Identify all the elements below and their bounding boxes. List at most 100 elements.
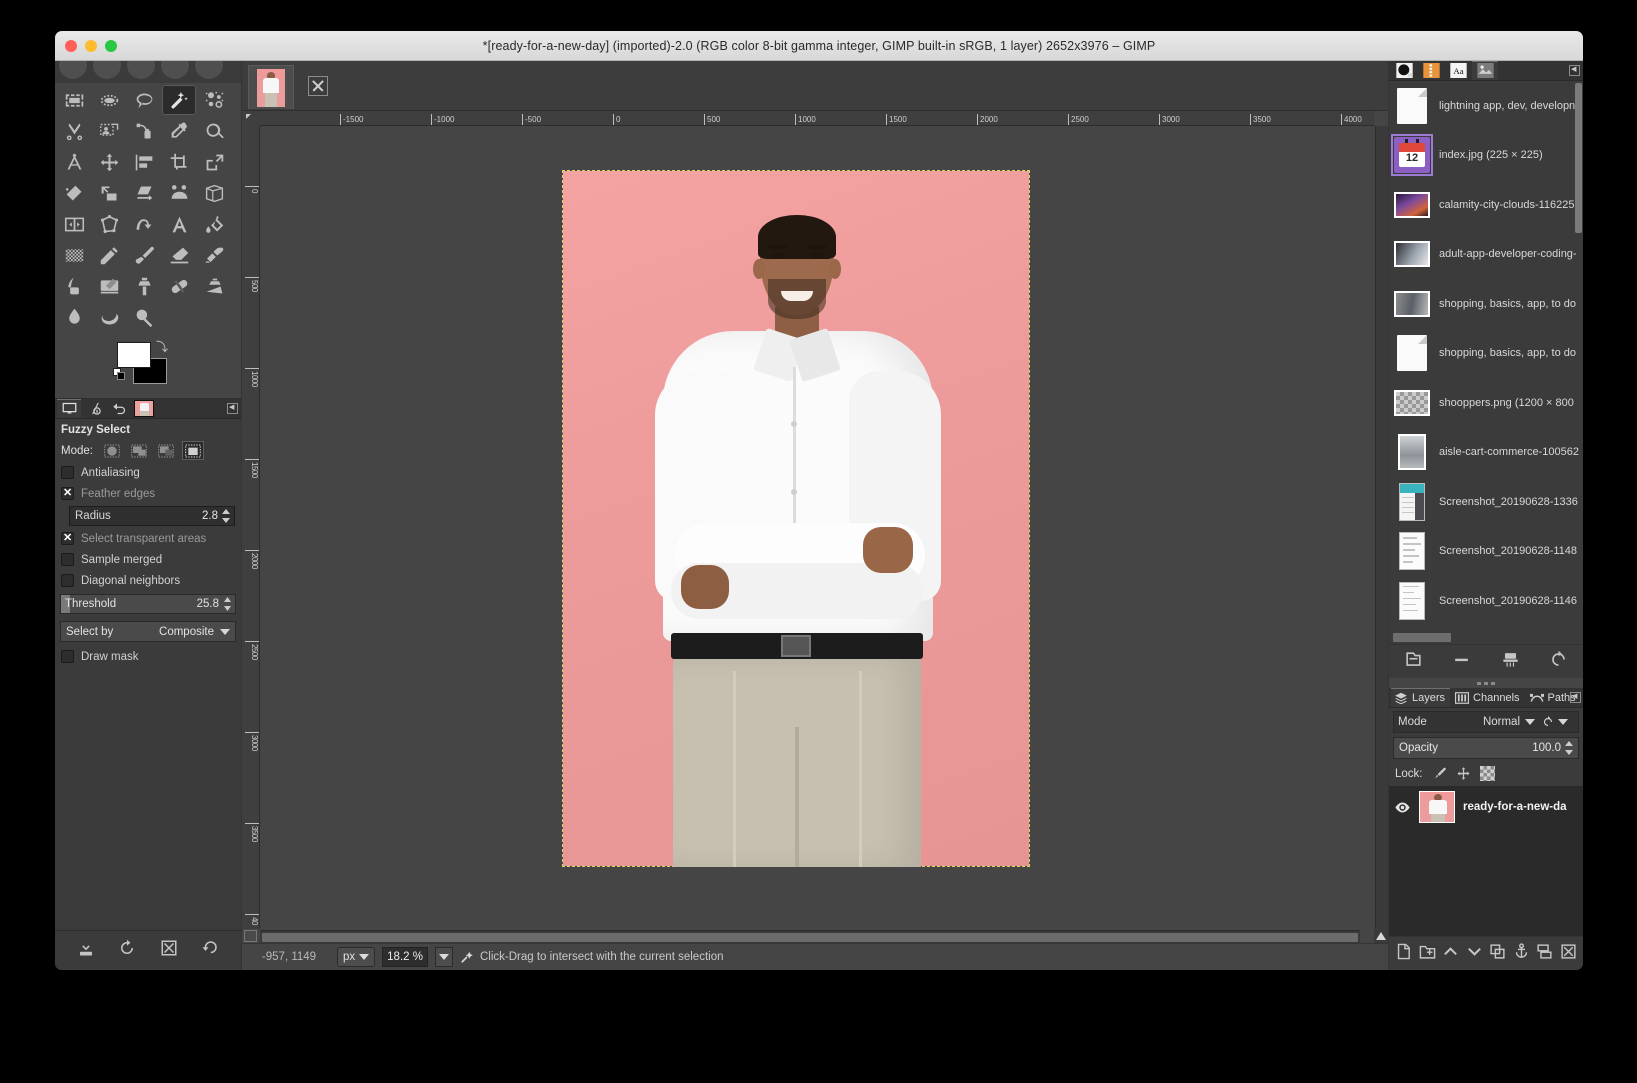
window-controls[interactable] bbox=[65, 40, 117, 52]
radius-stepper-icon[interactable] bbox=[221, 508, 232, 524]
delete-tool-preset-button[interactable] bbox=[160, 939, 178, 962]
heal-tool[interactable] bbox=[162, 271, 196, 301]
airbrush-tool[interactable] bbox=[197, 240, 231, 270]
cage-transform-tool[interactable] bbox=[92, 209, 126, 239]
minimize-button[interactable] bbox=[85, 40, 97, 52]
alignment-tool[interactable] bbox=[127, 147, 161, 177]
chevron-down-icon[interactable] bbox=[359, 954, 370, 960]
antialiasing-checkbox[interactable] bbox=[61, 466, 74, 479]
zoom-tool[interactable] bbox=[197, 116, 231, 146]
horizontal-ruler[interactable]: -1500 -1000 -500 0 500 1000 1500 2000 2500 3000 35… bbox=[260, 111, 1374, 126]
lock-pixels-icon[interactable] bbox=[1432, 766, 1447, 781]
image-tab-ready-for-a-new-day[interactable] bbox=[248, 65, 294, 109]
merge-down-button[interactable] bbox=[1536, 943, 1553, 965]
blur-sharpen-tool[interactable] bbox=[57, 302, 91, 332]
layer-lock-row[interactable]: Lock: bbox=[1389, 761, 1583, 786]
image-thumbnail-tab[interactable] bbox=[132, 399, 156, 418]
radius-spinner[interactable]: Radius 2.8 bbox=[69, 506, 235, 526]
new-layer-button[interactable] bbox=[1395, 943, 1412, 965]
select-by-color-tool[interactable] bbox=[197, 85, 231, 115]
color-swatches[interactable]: ⤵ bbox=[55, 338, 241, 398]
shear-tool[interactable] bbox=[127, 178, 161, 208]
threshold-stepper-icon[interactable] bbox=[222, 596, 233, 612]
mypaint-brush-tool[interactable] bbox=[92, 271, 126, 301]
list-item[interactable]: calamity-city-clouds-116225 bbox=[1389, 180, 1583, 230]
ruler-origin-button[interactable] bbox=[242, 111, 260, 126]
perspective-tool[interactable] bbox=[197, 178, 231, 208]
reset-colors-icon[interactable] bbox=[113, 368, 126, 381]
undo-history-tab[interactable] bbox=[107, 399, 131, 418]
bucket-fill-tool[interactable] bbox=[197, 209, 231, 239]
fonts-tab[interactable]: Aa bbox=[1445, 61, 1471, 80]
list-item[interactable]: lightning app, dev, developn bbox=[1389, 81, 1583, 131]
list-item[interactable]: Screenshot_20190628-1336 bbox=[1389, 477, 1583, 527]
anchor-layer-button[interactable] bbox=[1513, 942, 1530, 965]
select-transparent-areas-row[interactable]: Select transparent areas bbox=[55, 528, 241, 549]
navigation-preview-button[interactable] bbox=[1374, 929, 1388, 943]
revert-mode-icon[interactable] bbox=[1541, 715, 1555, 729]
list-item[interactable]: Screenshot_20190628-1148 bbox=[1389, 527, 1583, 577]
lock-alpha-icon[interactable] bbox=[1479, 766, 1495, 781]
chevron-down-icon[interactable] bbox=[1525, 719, 1535, 725]
gradient-tool[interactable] bbox=[57, 240, 91, 270]
maximize-button[interactable] bbox=[105, 40, 117, 52]
list-item[interactable]: adult-app-developer-coding- bbox=[1389, 230, 1583, 280]
list-item[interactable]: Screenshot_20190628-1146 bbox=[1389, 576, 1583, 626]
crop-tool[interactable] bbox=[162, 147, 196, 177]
perspective-clone-tool[interactable] bbox=[197, 271, 231, 301]
list-item[interactable]: shopping, basics, app, to do bbox=[1389, 329, 1583, 379]
measure-tool[interactable] bbox=[57, 147, 91, 177]
collapse-layers-dock-icon[interactable] bbox=[1570, 692, 1581, 703]
device-status-tab[interactable] bbox=[82, 399, 106, 418]
clear-history-button[interactable] bbox=[1501, 650, 1520, 674]
text-tool[interactable] bbox=[162, 209, 196, 239]
select-transparent-areas-checkbox[interactable] bbox=[61, 531, 74, 545]
chevron-down-icon[interactable] bbox=[1558, 719, 1568, 725]
document-history-hscrollbar[interactable] bbox=[1389, 631, 1583, 644]
tool-options-tab[interactable] bbox=[57, 399, 81, 418]
swap-colors-icon[interactable]: ⤵ bbox=[156, 338, 168, 355]
rotate-tool[interactable] bbox=[57, 178, 91, 208]
feather-edges-row[interactable]: Feather edges bbox=[55, 483, 241, 504]
dodge-burn-tool[interactable] bbox=[127, 302, 161, 332]
diagonal-neighbors-row[interactable]: Diagonal neighbors bbox=[55, 570, 241, 591]
document-history-scrollbar[interactable] bbox=[1575, 83, 1582, 233]
save-tool-preset-button[interactable] bbox=[77, 939, 95, 962]
mode-intersect-button[interactable] bbox=[181, 441, 204, 460]
dock-separator-handle[interactable] bbox=[1389, 678, 1583, 688]
tab-channels[interactable]: Channels bbox=[1452, 688, 1524, 707]
select-by-row[interactable]: Select by Composite bbox=[60, 621, 236, 642]
threshold-slider[interactable]: Threshold 25.8 bbox=[60, 594, 236, 614]
horizontal-scrollbar[interactable] bbox=[260, 930, 1360, 943]
scrollbar-thumb[interactable] bbox=[1393, 633, 1451, 642]
handle-transform-tool[interactable] bbox=[162, 178, 196, 208]
scale-tool[interactable] bbox=[92, 178, 126, 208]
paths-tool[interactable] bbox=[127, 116, 161, 146]
list-item[interactable]: aisle-cart-commerce-100562 bbox=[1389, 428, 1583, 478]
smudge-tool[interactable] bbox=[92, 302, 126, 332]
free-select-tool[interactable] bbox=[127, 85, 161, 115]
eraser-tool[interactable] bbox=[162, 240, 196, 270]
collapse-tool-options-icon[interactable] bbox=[227, 403, 238, 414]
restore-tool-preset-button[interactable] bbox=[118, 939, 136, 962]
fuzzy-select-tool[interactable] bbox=[162, 85, 196, 115]
table-row[interactable]: ready-for-a-new-da bbox=[1389, 788, 1583, 826]
mode-replace-button[interactable] bbox=[101, 441, 123, 460]
close-image-button[interactable] bbox=[308, 76, 328, 96]
pencil-tool[interactable] bbox=[92, 240, 126, 270]
image-tab-strip[interactable] bbox=[242, 61, 1388, 111]
ellipse-select-tool[interactable] bbox=[92, 85, 126, 115]
foreground-color-swatch[interactable] bbox=[117, 342, 151, 368]
image-canvas-area[interactable] bbox=[562, 170, 1030, 867]
vertical-scrollbar[interactable] bbox=[1375, 126, 1388, 929]
new-layer-group-button[interactable] bbox=[1419, 943, 1436, 965]
list-item[interactable]: shooppers.png (1200 × 800 bbox=[1389, 378, 1583, 428]
quick-mask-toggle[interactable] bbox=[244, 930, 257, 942]
close-button[interactable] bbox=[65, 40, 77, 52]
document-history-buttons[interactable] bbox=[1389, 644, 1583, 678]
chevron-down-icon[interactable] bbox=[220, 628, 230, 635]
layer-buttons[interactable] bbox=[1389, 936, 1583, 970]
tool-options-tabs[interactable] bbox=[55, 399, 241, 419]
sample-merged-checkbox[interactable] bbox=[61, 553, 74, 566]
layer-list[interactable]: ready-for-a-new-da bbox=[1389, 786, 1583, 936]
